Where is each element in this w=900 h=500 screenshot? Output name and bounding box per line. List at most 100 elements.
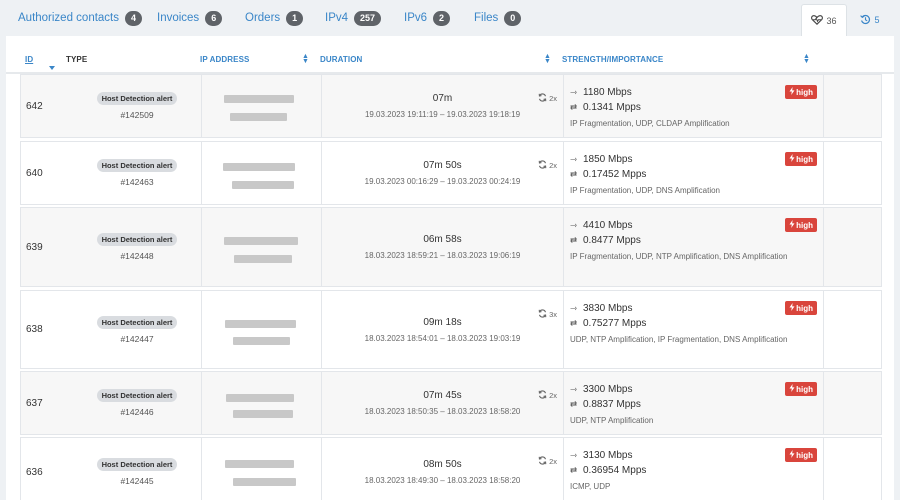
protocols: IP Fragmentation, UDP, CLDAP Amplificati… <box>570 119 730 128</box>
sort-desc-icon[interactable] <box>49 57 55 75</box>
tab-ipv4[interactable]: IPv4 257 <box>325 0 382 36</box>
ip-address-cell <box>201 438 321 500</box>
repeat-icon <box>538 456 547 467</box>
type-cell: Host Detection alert #142509 <box>73 75 201 137</box>
packets-line: ⇄ 0.36954 Mpps <box>570 463 817 478</box>
repeat-icon <box>538 93 547 104</box>
importance-badge: high <box>785 301 817 315</box>
bandwidth-line: ⇾ 3830 Mbps <box>570 301 817 316</box>
bolt-icon <box>789 450 795 460</box>
table-row[interactable]: 638 Host Detection alert #142447 09m 18s 18.… <box>20 290 882 369</box>
strength-cell: ⇾ 1850 Mbps ⇄ 0.17452 Mpps IP Fragmentation,… <box>563 142 823 204</box>
tab-authorized-contacts[interactable]: Authorized contacts 4 <box>18 0 143 36</box>
bandwidth-icon: ⇾ <box>570 87 578 97</box>
importance-label: high <box>796 303 813 313</box>
sort-icon[interactable]: ▲ ▼ <box>544 53 551 65</box>
importance-badge: high <box>785 85 817 99</box>
repeat-count-value: 2x <box>549 94 557 103</box>
duration-range: 18.03.2023 18:59:21 – 18.03.2023 19:06:1… <box>364 251 521 260</box>
repeat-count-value: 2x <box>549 457 557 466</box>
repeat-count-value: 3x <box>549 310 557 319</box>
tab-orders[interactable]: Orders 1 <box>245 0 304 36</box>
strength-cell: ⇾ 1180 Mbps ⇄ 0.1341 Mpps IP Fragmentation, … <box>563 75 823 137</box>
tab-history[interactable]: 5 <box>853 4 887 36</box>
actions-cell <box>823 372 883 434</box>
ip-address-cell <box>201 142 321 204</box>
tab-ipv6[interactable]: IPv6 2 <box>404 0 451 36</box>
packets-line: ⇄ 0.8477 Mpps <box>570 233 817 248</box>
table-row[interactable]: 639 Host Detection alert #142448 06m 58s 18.… <box>20 207 882 287</box>
column-header-duration[interactable]: DURATION <box>320 55 362 64</box>
duration-cell: 07m 19.03.2023 19:11:19 – 19.03.2023 19:1… <box>321 75 563 137</box>
duration-range: 19.03.2023 00:16:29 – 19.03.2023 00:24:1… <box>364 177 521 186</box>
history-icon <box>860 14 871 27</box>
bolt-icon <box>789 87 795 97</box>
protocols: ICMP, UDP <box>570 482 611 491</box>
protocols: UDP, NTP Amplification <box>570 416 654 425</box>
packets-value: 0.1341 Mpps <box>583 102 641 113</box>
bandwidth-value: 4410 Mbps <box>583 220 633 231</box>
alert-id: 642 <box>26 100 43 112</box>
bandwidth-icon: ⇾ <box>570 384 578 394</box>
alert-type-badge: Host Detection alert <box>96 315 178 329</box>
duration-range: 18.03.2023 18:54:01 – 18.03.2023 19:03:1… <box>364 333 521 343</box>
duration-range: 18.03.2023 18:50:35 – 18.03.2023 18:58:2… <box>364 407 521 416</box>
duration-value: 06m 58s <box>423 234 462 245</box>
alert-type-badge: Host Detection alert <box>96 389 178 402</box>
actions-cell <box>823 142 883 204</box>
tab-files[interactable]: Files 0 <box>474 0 522 36</box>
table-row[interactable]: 636 Host Detection alert #142445 08m 50s 18.… <box>20 437 882 500</box>
bandwidth-line: ⇾ 4410 Mbps <box>570 218 817 233</box>
redacted-ip <box>226 394 294 402</box>
alerts-table-panel: ID TYPE IP ADDRESS ▲ ▼ DURATION ▲ ▼ STRENG… <box>6 36 894 500</box>
packets-icon: ⇄ <box>570 318 578 328</box>
bandwidth-line: ⇾ 3130 Mbps <box>570 448 817 463</box>
table-header: ID TYPE IP ADDRESS ▲ ▼ DURATION ▲ ▼ STRENG… <box>6 36 894 74</box>
importance-badge: high <box>785 382 817 396</box>
redacted-ip <box>224 237 298 245</box>
bandwidth-icon: ⇾ <box>570 220 578 230</box>
ip-address-cell <box>201 75 321 137</box>
packets-line: ⇄ 0.75277 Mpps <box>570 316 817 331</box>
column-header-ip[interactable]: IP ADDRESS <box>200 55 249 64</box>
alert-id: 636 <box>26 466 43 478</box>
repeat-count: 2x <box>538 456 557 467</box>
strength-cell: ⇾ 3130 Mbps ⇄ 0.36954 Mpps ICMP, UDP high <box>563 438 823 500</box>
column-header-id[interactable]: ID <box>25 55 33 64</box>
packets-icon: ⇄ <box>570 235 578 245</box>
redacted-ip <box>232 181 294 189</box>
count-badge: 0 <box>504 10 522 26</box>
column-header-type: TYPE <box>66 55 88 64</box>
packets-value: 0.17452 Mpps <box>583 169 647 180</box>
bolt-icon <box>789 220 795 230</box>
alert-number: #142447 <box>120 333 154 344</box>
alert-type-badge: Host Detection alert <box>96 92 178 105</box>
strength-cell: ⇾ 4410 Mbps ⇄ 0.8477 Mpps IP Fragmentation, … <box>563 208 823 286</box>
redacted-ip <box>225 460 294 468</box>
sort-icon[interactable]: ▲ ▼ <box>803 53 810 65</box>
ip-address-cell <box>201 372 321 434</box>
bandwidth-value: 3300 Mbps <box>583 384 633 395</box>
table-row[interactable]: 642 Host Detection alert #142509 07m 19.03.2… <box>20 74 882 138</box>
importance-label: high <box>796 450 813 460</box>
tab-alerts[interactable]: 36 <box>801 4 847 36</box>
repeat-icon <box>538 309 547 320</box>
importance-label: high <box>796 87 813 97</box>
alert-id: 640 <box>26 167 43 179</box>
repeat-icon <box>538 160 547 171</box>
table-row[interactable]: 640 Host Detection alert #142463 07m 50s 19.… <box>20 141 882 205</box>
alert-number: #142448 <box>120 251 154 261</box>
duration-value: 07m <box>432 93 453 104</box>
alert-number: #142446 <box>120 407 154 417</box>
packets-line: ⇄ 0.17452 Mpps <box>570 167 817 182</box>
duration-range: 18.03.2023 18:49:30 – 18.03.2023 18:58:2… <box>364 476 521 485</box>
duration-value: 07m 45s <box>423 390 462 401</box>
bandwidth-icon: ⇾ <box>570 450 578 460</box>
tab-invoices[interactable]: Invoices 6 <box>157 0 223 36</box>
sort-icon[interactable]: ▲ ▼ <box>302 53 309 65</box>
packets-line: ⇄ 0.8837 Mpps <box>570 397 817 412</box>
table-row[interactable]: 637 Host Detection alert #142446 07m 45s 18.… <box>20 371 882 435</box>
bandwidth-value: 3830 Mbps <box>583 303 633 314</box>
duration-cell: 07m 50s 19.03.2023 00:16:29 – 19.03.2023 … <box>321 142 563 204</box>
column-header-strength[interactable]: STRENGTH/IMPORTANCE <box>562 55 663 64</box>
